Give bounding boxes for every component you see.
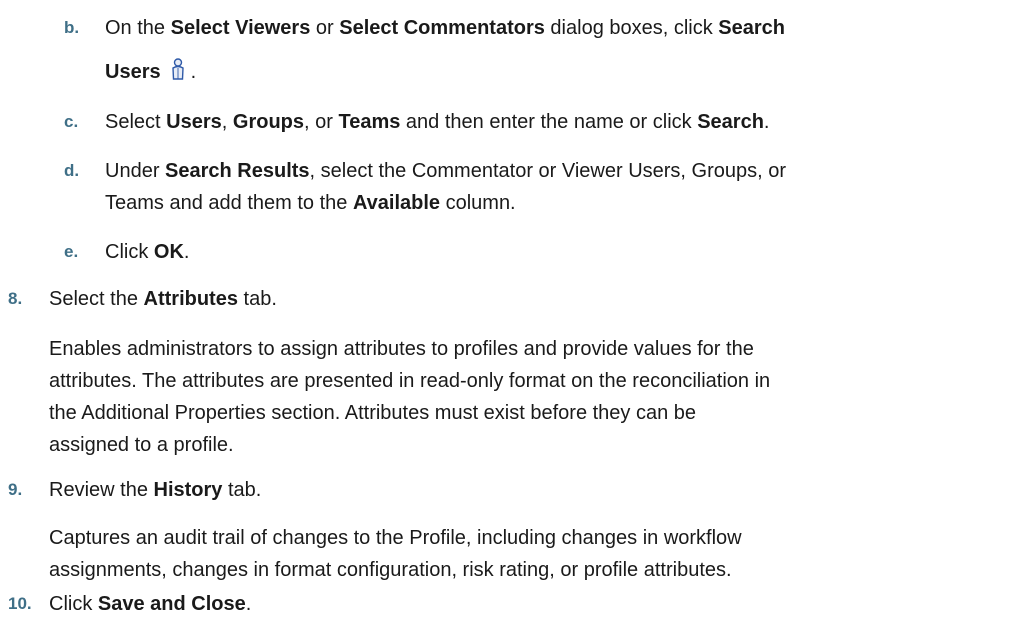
description-line: the Additional Properties section. Attri… bbox=[49, 402, 697, 424]
step-c: c. Select Users, Groups, or Teams and th… bbox=[64, 106, 1015, 138]
text: Review the bbox=[49, 479, 154, 501]
text: or bbox=[310, 17, 340, 39]
text: Under bbox=[105, 160, 166, 182]
step-b-text: On the Select Viewers or Select Commenta… bbox=[64, 12, 1015, 44]
step-e-number: e. bbox=[64, 242, 79, 261]
text: . bbox=[245, 593, 252, 615]
step-8-number: 8. bbox=[8, 289, 23, 308]
text: . bbox=[183, 241, 190, 263]
text: On the bbox=[105, 17, 171, 39]
description-line: assignments, changes in format configura… bbox=[49, 559, 732, 581]
step-b-number: b. bbox=[64, 18, 80, 37]
text: tab. bbox=[222, 479, 262, 501]
bold-term: Groups bbox=[232, 111, 305, 133]
step-8-description: Enables administrators to assign attribu… bbox=[49, 333, 1011, 461]
text: Click bbox=[49, 593, 98, 615]
description-line: attributes. The attributes are presented… bbox=[49, 370, 771, 392]
step-10: 10. Click Save and Close. bbox=[8, 588, 1015, 620]
step-9-number: 9. bbox=[8, 480, 23, 499]
text: Teams and add them to the bbox=[105, 192, 353, 214]
text: Click bbox=[105, 241, 154, 263]
step-d-text-line2: Teams and add them to the Available colu… bbox=[64, 187, 1015, 219]
text: , bbox=[221, 111, 233, 133]
text: tab. bbox=[237, 288, 277, 310]
bold-term: Search bbox=[697, 111, 764, 133]
step-e-text: Click OK. bbox=[64, 236, 1015, 268]
bold-term: Users bbox=[166, 111, 222, 133]
step-d-text: Under Search Results, select the Comment… bbox=[64, 155, 1015, 187]
bold-term: History bbox=[153, 479, 223, 501]
bold-term: Users bbox=[105, 61, 161, 83]
bold-term: Search bbox=[718, 17, 786, 39]
text: , or bbox=[304, 111, 339, 133]
step-8-text: Select the Attributes tab. bbox=[8, 283, 1015, 315]
step-d-number: d. bbox=[64, 161, 80, 180]
bold-term: Attributes bbox=[143, 288, 238, 310]
step-9-text: Review the History tab. bbox=[8, 474, 1015, 506]
bold-term: Teams bbox=[338, 111, 401, 133]
step-b-text-line2: Users. bbox=[64, 56, 1015, 90]
step-8: 8. Select the Attributes tab. bbox=[8, 283, 1015, 315]
text: , select the Commentator or Viewer Users… bbox=[309, 160, 787, 182]
bold-term: OK bbox=[153, 241, 184, 263]
bold-term: Select Commentators bbox=[339, 17, 545, 39]
step-c-number: c. bbox=[64, 112, 79, 131]
text: . bbox=[190, 61, 197, 83]
text: and then enter the name or click bbox=[400, 111, 698, 133]
text: Select bbox=[105, 111, 167, 133]
text: Select the bbox=[49, 288, 144, 310]
step-c-text: Select Users, Groups, or Teams and then … bbox=[64, 106, 1015, 138]
search-users-icon bbox=[171, 58, 185, 90]
step-9-description: Captures an audit trail of changes to th… bbox=[49, 522, 1011, 586]
step-9: 9. Review the History tab. bbox=[8, 474, 1015, 506]
description-line: Enables administrators to assign attribu… bbox=[49, 338, 754, 360]
step-b: b. On the Select Viewers or Select Comme… bbox=[64, 12, 1015, 90]
step-10-number: 10. bbox=[8, 594, 32, 613]
step-10-text: Click Save and Close. bbox=[8, 588, 1015, 620]
bold-term: Search Results bbox=[165, 160, 310, 182]
bold-term: Available bbox=[352, 192, 441, 214]
bold-term: Save and Close bbox=[97, 593, 246, 615]
text: dialog boxes, click bbox=[544, 17, 719, 39]
description-line: Captures an audit trail of changes to th… bbox=[49, 527, 742, 549]
step-e: e. Click OK. bbox=[64, 236, 1015, 268]
step-d: d. Under Search Results, select the Comm… bbox=[64, 155, 1015, 219]
description-line: assigned to a profile. bbox=[49, 434, 234, 456]
bold-term: Select Viewers bbox=[170, 17, 311, 39]
text: . bbox=[763, 111, 770, 133]
text: column. bbox=[440, 192, 516, 214]
